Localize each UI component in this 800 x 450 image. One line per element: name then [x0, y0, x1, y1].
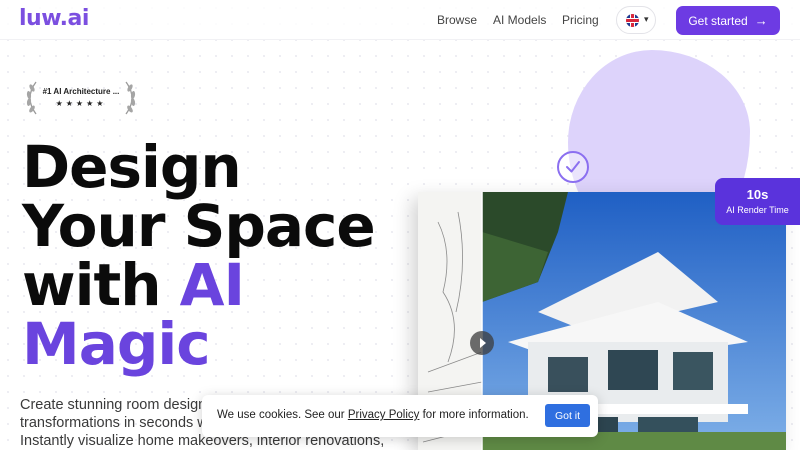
headline-with: with	[22, 251, 180, 319]
arrow-right-icon: →	[754, 13, 768, 28]
award-title: #1 AI Architecture ...	[42, 87, 120, 96]
play-icon	[480, 338, 486, 348]
award-stars: ★★★★★	[55, 99, 107, 108]
cookie-text-before: We use cookies. See our	[217, 409, 348, 421]
render-time-label: AI Render Time	[726, 205, 789, 215]
cookie-banner: We use cookies. See our Privacy Policy f…	[202, 395, 598, 437]
flag-uk-icon	[626, 14, 639, 27]
privacy-policy-link[interactable]: Privacy Policy	[348, 409, 420, 421]
hero-headline: Design Your Space with AI Magic	[22, 133, 376, 378]
render-time-value: 10s	[746, 187, 769, 202]
render-time-card: 10s AI Render Time	[715, 178, 800, 225]
logo[interactable]: luw.ai	[19, 6, 89, 31]
nav-browse[interactable]: Browse	[437, 13, 477, 27]
comparison-handle[interactable]	[470, 331, 494, 355]
award-badge: #1 AI Architecture ... ★★★★★	[22, 78, 140, 118]
cookie-message: We use cookies. See our Privacy Policy f…	[217, 409, 529, 421]
headline-ai: AI	[179, 251, 245, 319]
chevron-down-icon: ▾	[644, 14, 649, 24]
get-started-label: Get started	[688, 13, 748, 28]
cookie-text-after: for more information.	[419, 409, 529, 421]
check-icon	[557, 151, 589, 183]
laurel-icon	[26, 81, 136, 115]
headline-line-3: with AI	[22, 256, 375, 315]
headline-line-2: Your Space	[22, 192, 376, 260]
headline-line-1: Design	[22, 133, 242, 201]
cookie-accept-button[interactable]: Got it	[545, 404, 590, 427]
nav-ai-models[interactable]: AI Models	[493, 13, 546, 27]
language-selector[interactable]: ▾	[616, 6, 656, 34]
get-started-button[interactable]: Get started →	[676, 6, 780, 35]
headline-line-4: Magic	[22, 310, 211, 378]
top-nav: luw.ai Browse AI Models Pricing ▾ Get st…	[0, 0, 800, 40]
nav-pricing[interactable]: Pricing	[562, 13, 599, 27]
